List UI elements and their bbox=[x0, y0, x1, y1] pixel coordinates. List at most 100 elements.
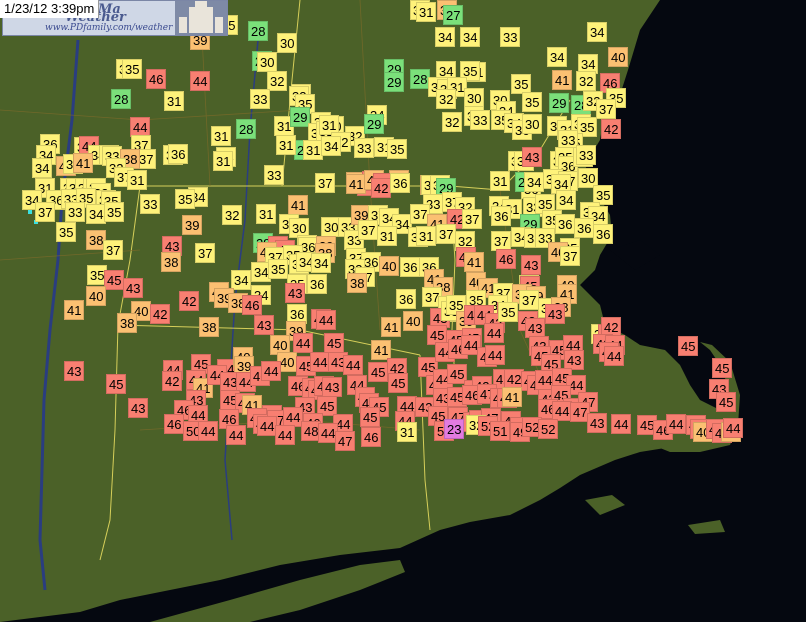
temp-label: 44 bbox=[343, 355, 364, 375]
temp-label: 45 bbox=[104, 270, 125, 290]
temp-label: 47 bbox=[335, 431, 356, 451]
temp-label: 40 bbox=[403, 311, 424, 331]
temp-label: 30 bbox=[522, 114, 543, 134]
temp-label: 28 bbox=[236, 119, 257, 139]
temp-label: 36 bbox=[390, 173, 411, 193]
temp-label: 43 bbox=[525, 318, 546, 338]
temp-label: 35 bbox=[522, 92, 543, 112]
temp-label: 42 bbox=[371, 178, 392, 198]
temp-label: 40 bbox=[608, 47, 629, 67]
temp-label: 42 bbox=[601, 119, 622, 139]
temp-label: 43 bbox=[64, 361, 85, 381]
temp-label: 34 bbox=[435, 27, 456, 47]
temp-label: 32 bbox=[442, 112, 463, 132]
temp-label: 34 bbox=[311, 253, 332, 273]
temp-label: 38 bbox=[117, 313, 138, 333]
temp-label: 45 bbox=[368, 362, 389, 382]
temp-label: 29 bbox=[384, 72, 405, 92]
temp-label: 45 bbox=[678, 336, 699, 356]
temp-label: 31 bbox=[127, 170, 148, 190]
temp-label: 44 bbox=[293, 333, 314, 353]
temp-label: 37 bbox=[195, 243, 216, 263]
temp-label: 31 bbox=[397, 422, 418, 442]
temp-label: 41 bbox=[502, 387, 523, 407]
temp-label: 30 bbox=[277, 33, 298, 53]
temp-label: 43 bbox=[254, 315, 275, 335]
temp-label: 34 bbox=[556, 190, 577, 210]
temp-label: 37 bbox=[491, 231, 512, 251]
temp-label: 33 bbox=[140, 194, 161, 214]
temp-label: 43 bbox=[522, 147, 543, 167]
temp-label: 37 bbox=[35, 202, 56, 222]
temp-label: 41 bbox=[381, 317, 402, 337]
temp-label: 43 bbox=[564, 350, 585, 370]
temp-label: 45 bbox=[324, 333, 345, 353]
temp-label: 43 bbox=[521, 255, 542, 275]
temp-label: 36 bbox=[168, 144, 189, 164]
temp-label: 35 bbox=[56, 222, 77, 242]
temp-label: 36 bbox=[400, 257, 421, 277]
temp-label: 29 bbox=[364, 114, 385, 134]
temp-label: 31 bbox=[276, 135, 297, 155]
temp-label: 36 bbox=[574, 218, 595, 238]
temp-label: 31 bbox=[164, 91, 185, 111]
temp-label: 35 bbox=[511, 74, 532, 94]
temp-label: 45 bbox=[716, 392, 737, 412]
temp-label: 33 bbox=[354, 138, 375, 158]
temp-label: 30 bbox=[464, 88, 485, 108]
temp-label: 34 bbox=[321, 136, 342, 156]
temp-label: 46 bbox=[146, 69, 167, 89]
temp-label: 36 bbox=[555, 214, 576, 234]
temp-label: 35 bbox=[175, 189, 196, 209]
temp-label: 36 bbox=[491, 206, 512, 226]
temp-label: 37 bbox=[436, 224, 457, 244]
temp-label: 39 bbox=[182, 215, 203, 235]
temp-label: 43 bbox=[545, 304, 566, 324]
temp-label: 42 bbox=[150, 304, 171, 324]
temp-label: 33 bbox=[470, 110, 491, 130]
temp-label: 33 bbox=[500, 27, 521, 47]
temp-label: 34 bbox=[460, 27, 481, 47]
temp-label: 35 bbox=[498, 302, 519, 322]
temp-label: 37 bbox=[462, 209, 483, 229]
temp-label: 44 bbox=[484, 323, 505, 343]
temp-label: 42 bbox=[162, 371, 183, 391]
temp-label: 31 bbox=[213, 151, 234, 171]
temp-label: 46 bbox=[496, 249, 517, 269]
temp-label: 40 bbox=[86, 286, 107, 306]
temp-label: 31 bbox=[256, 204, 277, 224]
temp-label: 44 bbox=[604, 346, 625, 366]
temp-label: 33 bbox=[576, 145, 597, 165]
temp-label: 28 bbox=[248, 21, 269, 41]
temp-label: 44 bbox=[198, 421, 219, 441]
temp-label: 46 bbox=[164, 414, 185, 434]
temp-label: 44 bbox=[611, 414, 632, 434]
temp-label: 43 bbox=[322, 377, 343, 397]
temp-label: 38 bbox=[347, 273, 368, 293]
temperature-map[interactable]: 1/23/12 3:39pm rd, Ma Weather www.PDfami… bbox=[0, 0, 806, 622]
temp-label: 33 bbox=[65, 202, 86, 222]
temp-label: 43 bbox=[285, 283, 306, 303]
temp-label: 44 bbox=[485, 345, 506, 365]
temp-label: 46 bbox=[242, 295, 263, 315]
temp-label: 41 bbox=[464, 252, 485, 272]
temp-label: 51 bbox=[490, 421, 511, 441]
temp-label: 44 bbox=[226, 425, 247, 445]
temp-label: 41 bbox=[371, 340, 392, 360]
temp-label: 45 bbox=[106, 374, 127, 394]
temp-label: 32 bbox=[222, 205, 243, 225]
temp-label: 45 bbox=[388, 373, 409, 393]
temp-label: 34 bbox=[231, 270, 252, 290]
temp-label: 29 bbox=[549, 93, 570, 113]
temp-label: 35 bbox=[104, 202, 125, 222]
temp-label: 36 bbox=[396, 289, 417, 309]
temp-label: 31 bbox=[490, 171, 511, 191]
temp-label: 34 bbox=[587, 22, 608, 42]
temp-label: 33 bbox=[250, 89, 271, 109]
temp-label: 32 bbox=[576, 71, 597, 91]
temp-label: 38 bbox=[161, 252, 182, 272]
timestamp-label: 1/23/12 3:39pm bbox=[0, 0, 100, 18]
temp-label: 33 bbox=[264, 165, 285, 185]
temp-label: 44 bbox=[130, 117, 151, 137]
temp-label: 44 bbox=[723, 418, 744, 438]
